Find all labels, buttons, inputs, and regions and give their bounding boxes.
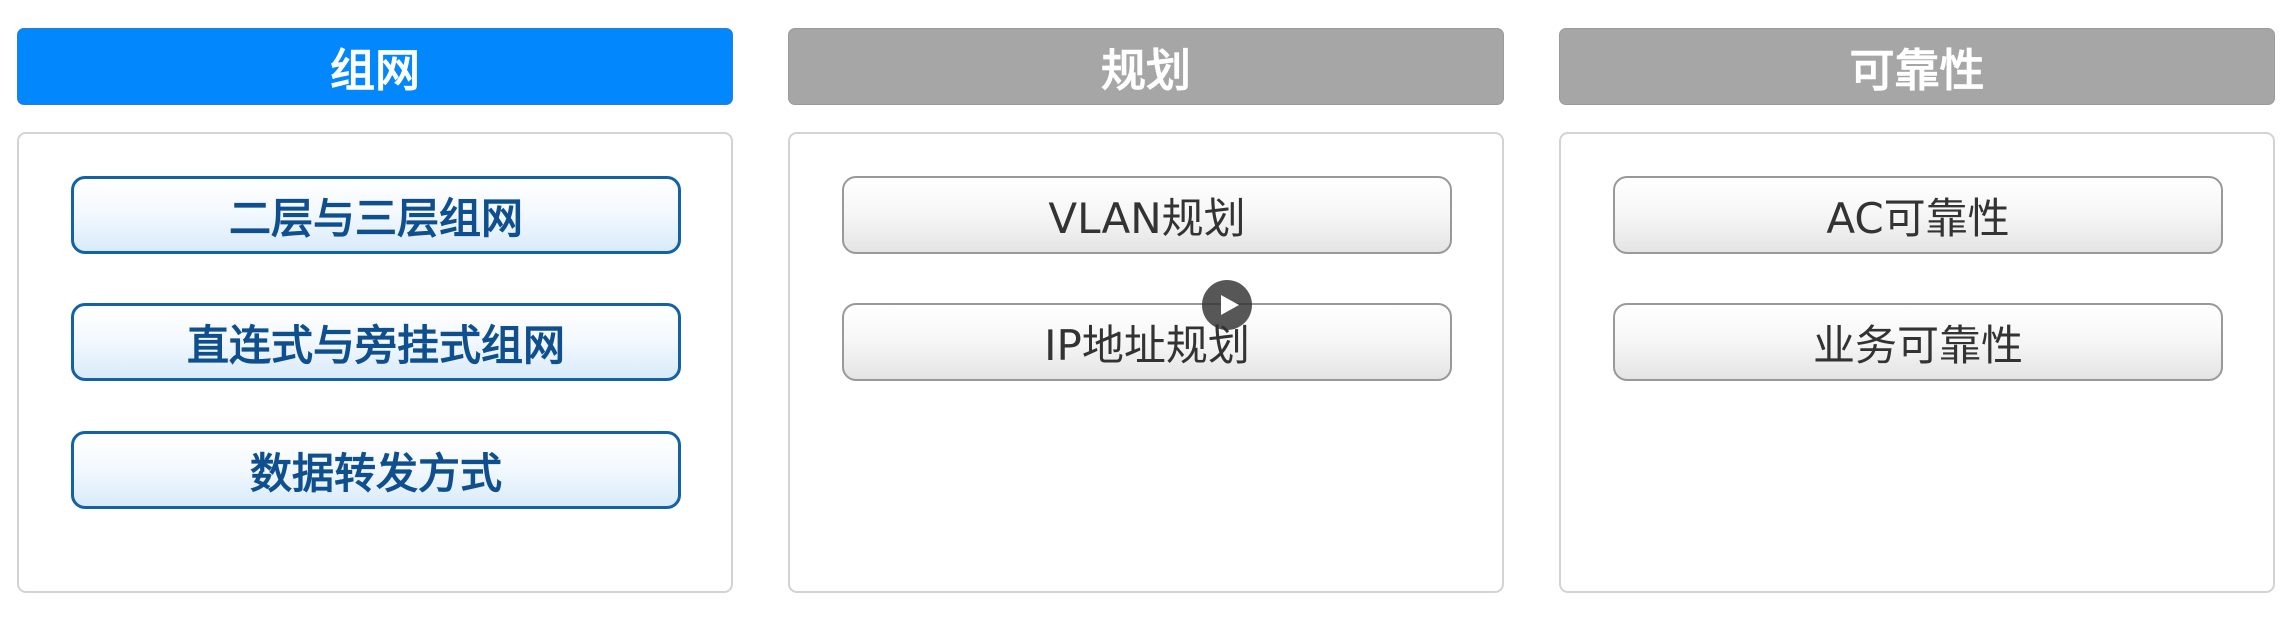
item-ac-reliability[interactable]: AC可靠性 — [1613, 176, 2223, 254]
column-networking: 组网 二层与三层组网 直连式与旁挂式组网 数据转发方式 — [17, 28, 733, 593]
panel-networking: 二层与三层组网 直连式与旁挂式组网 数据转发方式 — [17, 132, 733, 593]
item-data-forwarding-mode[interactable]: 数据转发方式 — [71, 431, 681, 509]
item-direct-bypass-networking[interactable]: 直连式与旁挂式组网 — [71, 303, 681, 381]
panel-planning: VLAN规划 IP地址规划 — [788, 132, 1504, 593]
panel-reliability: AC可靠性 业务可靠性 — [1559, 132, 2275, 593]
play-icon — [1221, 295, 1239, 315]
tab-reliability[interactable]: 可靠性 — [1559, 28, 2275, 105]
play-button[interactable] — [1202, 280, 1252, 330]
item-service-reliability[interactable]: 业务可靠性 — [1613, 303, 2223, 381]
tab-planning[interactable]: 规划 — [788, 28, 1504, 105]
item-layer2-layer3-networking[interactable]: 二层与三层组网 — [71, 176, 681, 254]
tab-networking[interactable]: 组网 — [17, 28, 733, 105]
item-vlan-planning[interactable]: VLAN规划 — [842, 176, 1452, 254]
item-ip-address-planning[interactable]: IP地址规划 — [842, 303, 1452, 381]
column-planning: 规划 VLAN规划 IP地址规划 — [788, 28, 1504, 593]
column-reliability: 可靠性 AC可靠性 业务可靠性 — [1559, 28, 2275, 593]
